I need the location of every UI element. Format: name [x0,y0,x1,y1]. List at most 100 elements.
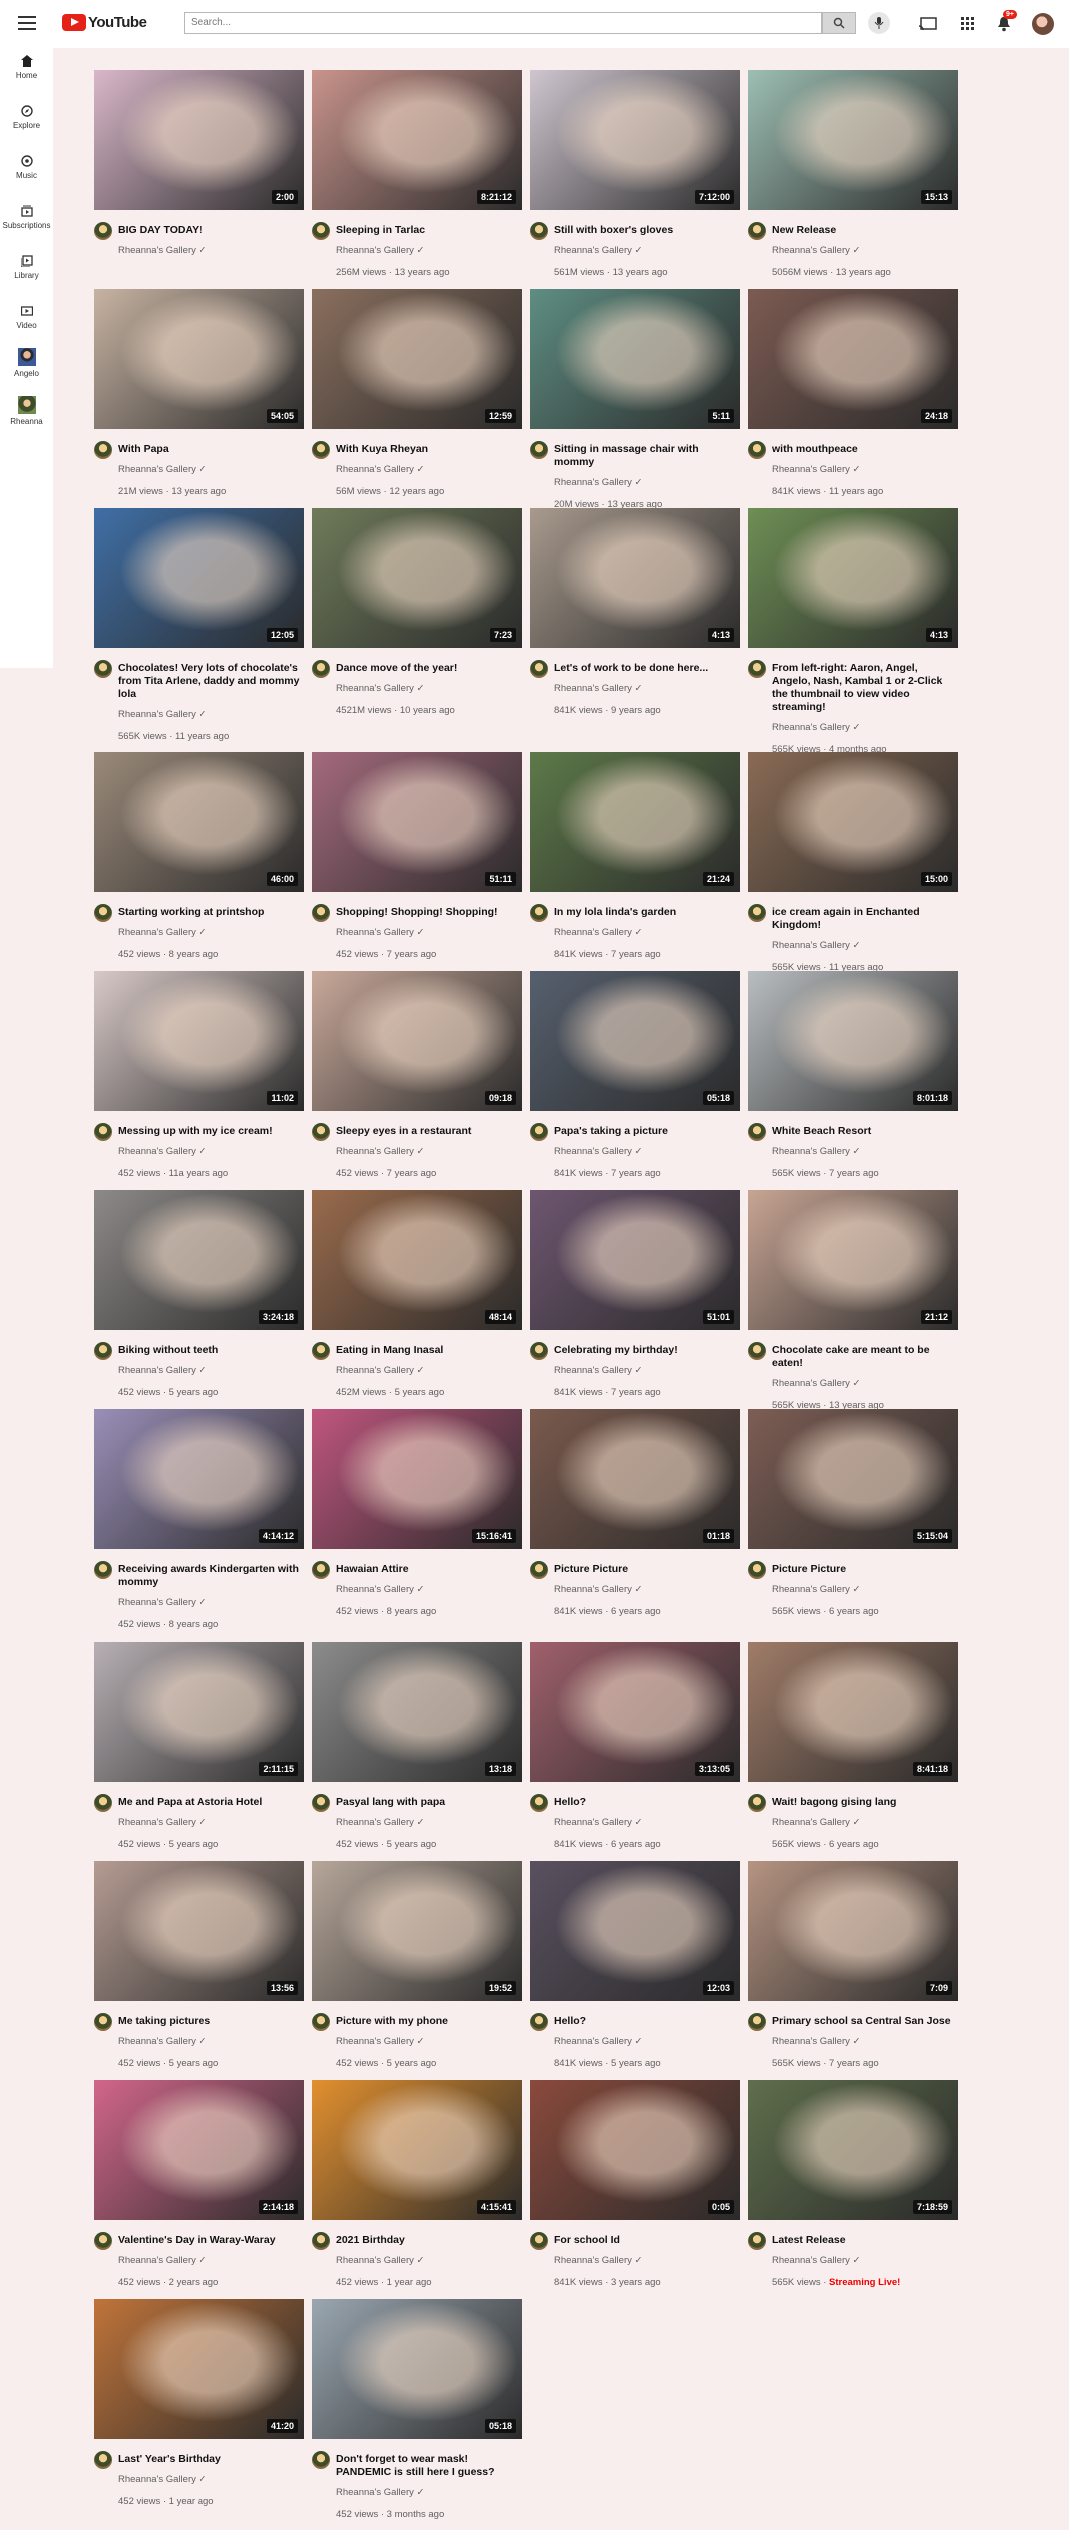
video-thumbnail[interactable]: 46:00 [94,752,304,892]
cast-icon[interactable] [918,14,938,34]
video-title[interactable]: Latest Release [772,2234,958,2247]
video-thumbnail[interactable]: 8:41:18 [748,1642,958,1782]
video-title[interactable]: White Beach Resort [772,1125,958,1138]
channel-name[interactable]: Rheanna's Gallery ✓ [554,1146,642,1157]
video-thumbnail[interactable]: 7:18:59 [748,2080,958,2220]
video-title[interactable]: Picture Picture [554,1563,740,1576]
search-button[interactable] [822,12,856,34]
video-title[interactable]: With Papa [118,443,304,456]
video-thumbnail[interactable]: 54:05 [94,289,304,429]
channel-name[interactable]: Rheanna's Gallery ✓ [336,1146,424,1157]
video-title[interactable]: Don't forget to wear mask! PANDEMIC is s… [336,2453,522,2479]
channel-name[interactable]: Rheanna's Gallery ✓ [336,927,424,938]
video-title[interactable]: Me taking pictures [118,2015,304,2028]
video-title[interactable]: Dance move of the year! [336,662,522,675]
video-thumbnail[interactable]: 21:12 [748,1190,958,1330]
sidebar-item-rheanna[interactable]: Rheanna [0,396,53,426]
video-thumbnail[interactable]: 48:14 [312,1190,522,1330]
video-title[interactable]: Picture with my phone [336,2015,522,2028]
channel-avatar[interactable] [312,904,330,922]
channel-avatar[interactable] [312,1561,330,1579]
channel-avatar[interactable] [312,2232,330,2250]
channel-name[interactable]: Rheanna's Gallery ✓ [118,2255,206,2266]
video-title[interactable]: Hello? [554,2015,740,2028]
channel-name[interactable]: Rheanna's Gallery ✓ [336,464,424,475]
video-thumbnail[interactable]: 7:09 [748,1861,958,2001]
channel-avatar[interactable] [748,2013,766,2031]
video-title[interactable]: Sleepy eyes in a restaurant [336,1125,522,1138]
video-title[interactable]: ice cream again in Enchanted Kingdom! [772,906,958,932]
video-title[interactable]: Wait! bagong gising lang [772,1796,958,1809]
channel-avatar[interactable] [748,1342,766,1360]
channel-name[interactable]: Rheanna's Gallery ✓ [554,927,642,938]
channel-name[interactable]: Rheanna's Gallery ✓ [554,477,642,488]
video-thumbnail[interactable]: 51:01 [530,1190,740,1330]
video-title[interactable]: Let's of work to be done here... [554,662,740,675]
channel-name[interactable]: Rheanna's Gallery ✓ [336,1365,424,1376]
sidebar-item-angelo[interactable]: Angelo [0,348,53,378]
video-thumbnail[interactable]: 13:18 [312,1642,522,1782]
channel-name[interactable]: Rheanna's Gallery ✓ [554,1817,642,1828]
video-title[interactable]: BIG DAY TODAY! [118,224,304,237]
video-thumbnail[interactable]: 4:15:41 [312,2080,522,2220]
apps-icon[interactable] [958,14,978,34]
video-title[interactable]: Eating in Mang Inasal [336,1344,522,1357]
channel-name[interactable]: Rheanna's Gallery ✓ [772,1378,860,1389]
video-title[interactable]: Sitting in massage chair with mommy [554,443,740,469]
video-thumbnail[interactable]: 7:12:00 [530,70,740,210]
channel-avatar[interactable] [530,1794,548,1812]
channel-avatar[interactable] [530,222,548,240]
video-thumbnail[interactable]: 4:14:12 [94,1409,304,1549]
video-thumbnail[interactable]: 01:18 [530,1409,740,1549]
channel-avatar[interactable] [94,1342,112,1360]
channel-name[interactable]: Rheanna's Gallery ✓ [772,1817,860,1828]
channel-avatar[interactable] [94,2232,112,2250]
video-thumbnail[interactable]: 15:16:41 [312,1409,522,1549]
sidebar-item-library[interactable]: Library [0,254,53,280]
channel-avatar[interactable] [748,2232,766,2250]
video-title[interactable]: Hello? [554,1796,740,1809]
channel-avatar[interactable] [312,1794,330,1812]
video-title[interactable]: Still with boxer's gloves [554,224,740,237]
menu-icon[interactable] [18,16,36,30]
channel-avatar[interactable] [530,441,548,459]
channel-name[interactable]: Rheanna's Gallery ✓ [772,1584,860,1595]
video-thumbnail[interactable]: 2:00 [94,70,304,210]
video-thumbnail[interactable]: 4:13 [530,508,740,648]
channel-name[interactable]: Rheanna's Gallery ✓ [772,245,860,256]
channel-avatar[interactable] [748,904,766,922]
video-thumbnail[interactable]: 05:18 [312,2299,522,2439]
channel-avatar[interactable] [748,660,766,678]
video-title[interactable]: Starting working at printshop [118,906,304,919]
channel-name[interactable]: Rheanna's Gallery ✓ [336,1584,424,1595]
video-thumbnail[interactable]: 5:15:04 [748,1409,958,1549]
channel-name[interactable]: Rheanna's Gallery ✓ [118,1597,206,1608]
voice-search-button[interactable] [868,12,890,34]
channel-name[interactable]: Rheanna's Gallery ✓ [118,2036,206,2047]
video-title[interactable]: Celebrating my birthday! [554,1344,740,1357]
video-title[interactable]: Receiving awards Kindergarten with mommy [118,1563,304,1589]
video-title[interactable]: Pasyal lang with papa [336,1796,522,1809]
video-title[interactable]: With Kuya Rheyan [336,443,522,456]
channel-name[interactable]: Rheanna's Gallery ✓ [118,464,206,475]
channel-avatar[interactable] [530,2232,548,2250]
channel-avatar[interactable] [312,222,330,240]
channel-name[interactable]: Rheanna's Gallery ✓ [772,722,860,733]
channel-avatar[interactable] [312,441,330,459]
channel-avatar[interactable] [94,2013,112,2031]
channel-name[interactable]: Rheanna's Gallery ✓ [118,709,206,720]
channel-avatar[interactable] [312,1123,330,1141]
channel-name[interactable]: Rheanna's Gallery ✓ [336,2036,424,2047]
video-thumbnail[interactable]: 11:02 [94,971,304,1111]
channel-name[interactable]: Rheanna's Gallery ✓ [336,245,424,256]
channel-avatar[interactable] [94,904,112,922]
channel-avatar[interactable] [94,222,112,240]
video-title[interactable]: Sleeping in Tarlac [336,224,522,237]
sidebar-item-home[interactable]: Home [0,54,53,80]
video-thumbnail[interactable]: 12:05 [94,508,304,648]
video-title[interactable]: Picture Picture [772,1563,958,1576]
video-title[interactable]: Chocolate cake are meant to be eaten! [772,1344,958,1370]
channel-name[interactable]: Rheanna's Gallery ✓ [336,2255,424,2266]
channel-name[interactable]: Rheanna's Gallery ✓ [118,1365,206,1376]
channel-avatar[interactable] [94,1561,112,1579]
